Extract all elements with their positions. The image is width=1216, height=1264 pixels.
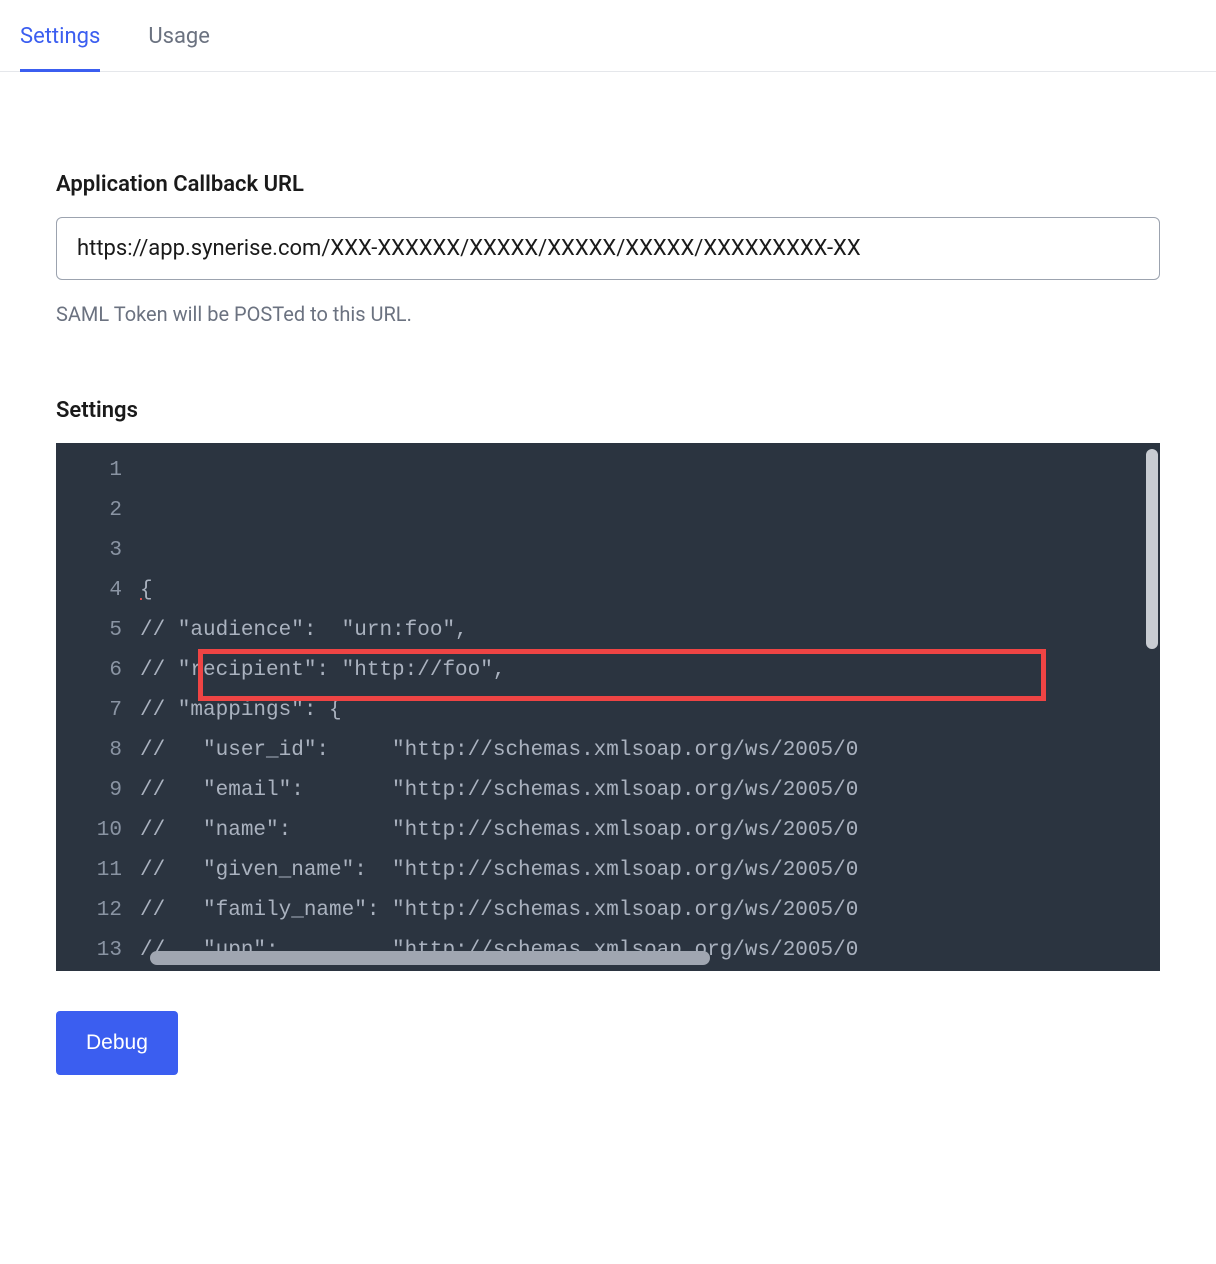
line-number: 3 xyxy=(62,531,122,571)
code-line: // "audience": "urn:foo", xyxy=(140,611,1160,651)
code-line: // "recipient": "http://foo", xyxy=(140,651,1160,691)
code-line: // "user_id": "http://schemas.xmlsoap.or… xyxy=(140,731,1160,771)
line-number: 2 xyxy=(62,491,122,531)
line-number: 1 xyxy=(62,451,122,491)
editor-horizontal-scrollbar[interactable] xyxy=(132,949,1158,967)
debug-button[interactable]: Debug xyxy=(56,1011,178,1075)
editor-vertical-scrollbar[interactable] xyxy=(1146,449,1158,649)
line-number: 11 xyxy=(62,851,122,891)
settings-code-editor[interactable]: 12345678910111213 {// "audience": "urn:f… xyxy=(56,443,1160,971)
code-line: { xyxy=(140,571,1160,611)
code-line: // "given_name": "http://schemas.xmlsoap… xyxy=(140,851,1160,891)
settings-label: Settings xyxy=(56,398,1160,423)
line-number: 10 xyxy=(62,811,122,851)
line-number: 13 xyxy=(62,931,122,971)
callback-url-helper: SAML Token will be POSTed to this URL. xyxy=(56,302,1160,326)
code-line: // "family_name": "http://schemas.xmlsoa… xyxy=(140,891,1160,931)
line-number: 6 xyxy=(62,651,122,691)
callback-url-label: Application Callback URL xyxy=(56,172,1160,197)
line-number: 12 xyxy=(62,891,122,931)
code-line: // "name": "http://schemas.xmlsoap.org/w… xyxy=(140,811,1160,851)
main-content: Application Callback URL SAML Token will… xyxy=(0,72,1216,1115)
line-number: 7 xyxy=(62,691,122,731)
tab-usage[interactable]: Usage xyxy=(148,0,210,72)
line-number: 9 xyxy=(62,771,122,811)
line-number: 4 xyxy=(62,571,122,611)
tab-settings[interactable]: Settings xyxy=(20,0,100,72)
code-line: // "mappings": { xyxy=(140,691,1160,731)
editor-code-area[interactable]: {// "audience": "urn:foo",// "recipient"… xyxy=(132,443,1160,971)
editor-gutter: 12345678910111213 xyxy=(56,443,132,971)
callback-url-input[interactable] xyxy=(56,217,1160,280)
line-number: 8 xyxy=(62,731,122,771)
line-number: 5 xyxy=(62,611,122,651)
tab-bar: Settings Usage xyxy=(0,0,1216,72)
code-line: // "email": "http://schemas.xmlsoap.org/… xyxy=(140,771,1160,811)
